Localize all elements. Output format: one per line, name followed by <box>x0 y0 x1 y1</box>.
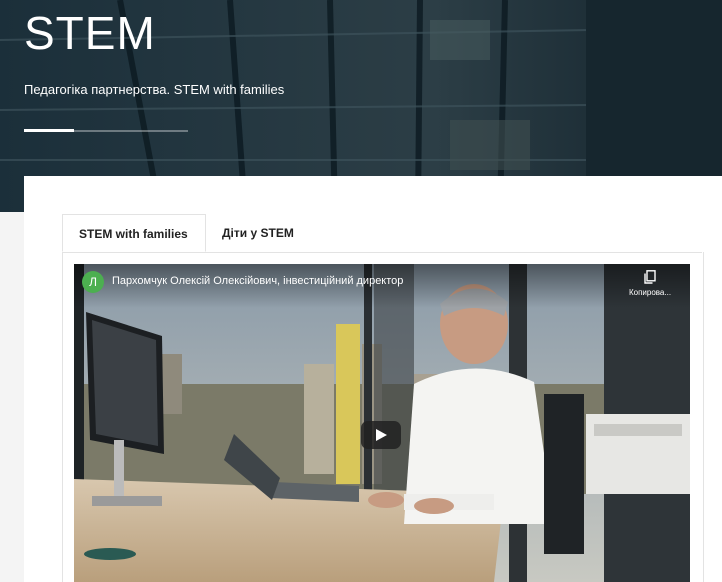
video-player[interactable]: Л Пархомчук Олексій Олексійович, інвести… <box>74 264 690 582</box>
video-top-bar: Л Пархомчук Олексій Олексійович, інвести… <box>74 264 690 308</box>
channel-avatar[interactable]: Л <box>82 271 104 293</box>
page-subtitle: Педагогіка партнерства. STEM with famili… <box>24 82 285 97</box>
play-icon <box>376 429 387 441</box>
play-button[interactable] <box>361 421 401 449</box>
hero-progress-active <box>24 129 74 132</box>
left-margin <box>0 212 24 582</box>
copy-link-label: Копирова... <box>628 288 672 297</box>
tab-children-in-stem[interactable]: Діти у STEM <box>206 214 310 252</box>
video-title[interactable]: Пархомчук Олексій Олексійович, інвестиці… <box>112 275 403 287</box>
page-title: STEM <box>24 7 156 59</box>
copy-icon <box>644 270 656 284</box>
tab-stem-with-families[interactable]: STEM with families <box>62 214 206 252</box>
copy-link-button[interactable]: Копирова... <box>620 270 680 304</box>
tab-bar: STEM with families Діти у STEM <box>62 214 702 253</box>
hero-progress-line <box>24 129 188 132</box>
